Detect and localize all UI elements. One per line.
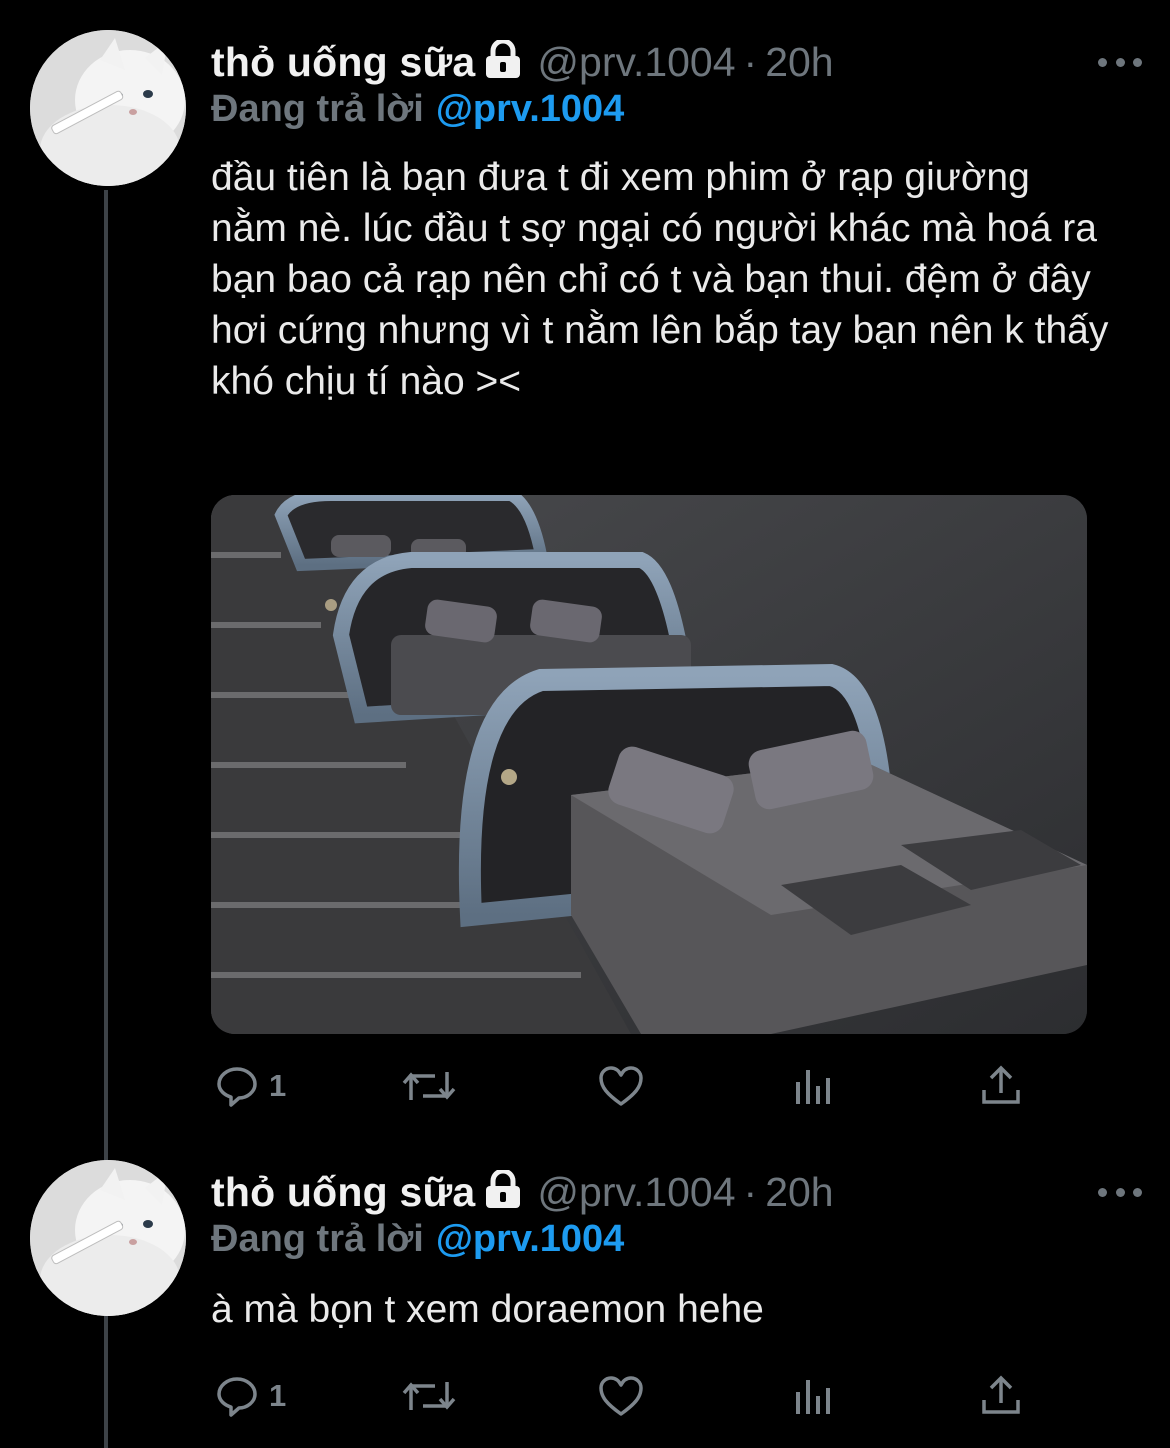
retweet-button[interactable] — [401, 1366, 457, 1426]
timestamp[interactable]: 20h — [765, 1169, 833, 1216]
share-button[interactable] — [979, 1366, 1023, 1426]
more-icon[interactable] — [1098, 52, 1142, 72]
timestamp[interactable]: 20h — [765, 39, 833, 86]
separator-dot: · — [743, 1168, 758, 1215]
retweet-icon — [402, 1072, 456, 1100]
reply-button[interactable]: 1 — [215, 1366, 286, 1426]
tweet-header: thỏ uống sữa @prv.1004 · 20h — [211, 1168, 834, 1216]
share-button[interactable] — [979, 1056, 1023, 1116]
replying-to-handle[interactable]: @prv.1004 — [436, 1218, 624, 1261]
like-icon — [599, 1066, 643, 1106]
replying-to: Đang trả lời @prv.1004 — [211, 84, 624, 134]
tweet-actions: 1 — [211, 1056, 1071, 1116]
analytics-icon — [796, 1380, 830, 1414]
tweet-actions: 1 — [211, 1366, 1071, 1426]
retweet-icon — [402, 1382, 456, 1410]
tweet-text: đầu tiên là bạn đưa t đi xem phim ở rạp … — [211, 156, 1109, 403]
like-button[interactable] — [597, 1056, 645, 1116]
tweet-image-cinema-beds[interactable] — [211, 495, 1087, 1034]
author-handle[interactable]: @prv.1004 — [537, 39, 735, 86]
author-handle[interactable]: @prv.1004 — [537, 1169, 735, 1216]
analytics-button[interactable] — [791, 1056, 835, 1116]
analytics-button[interactable] — [791, 1366, 835, 1426]
tweet-text: à mà bọn t xem doraemon hehe — [211, 1288, 764, 1331]
share-icon — [982, 1065, 1020, 1104]
avatar[interactable] — [30, 30, 186, 186]
reply-button[interactable]: 1 — [215, 1056, 286, 1116]
reply-count: 1 — [269, 1068, 287, 1103]
tweet-header: thỏ uống sữa @prv.1004 · 20h — [211, 38, 834, 86]
reply-icon — [217, 1377, 257, 1417]
reply-icon — [217, 1067, 257, 1107]
separator-dot: · — [743, 38, 758, 85]
lock-icon — [483, 1168, 523, 1215]
analytics-icon — [796, 1070, 830, 1104]
tweet[interactable]: thỏ uống sữa @prv.1004 · 20h Đang trả lờ… — [0, 0, 1170, 1140]
share-icon — [982, 1375, 1020, 1414]
lock-icon — [483, 38, 523, 85]
avatar[interactable] — [30, 1160, 186, 1316]
replying-to: Đang trả lời @prv.1004 — [211, 1214, 624, 1264]
author-name[interactable]: thỏ uống sữa — [211, 1169, 475, 1216]
like-icon — [599, 1376, 643, 1416]
author-name[interactable]: thỏ uống sữa — [211, 39, 475, 86]
retweet-button[interactable] — [401, 1056, 457, 1116]
reply-count: 1 — [269, 1378, 287, 1413]
replying-to-handle[interactable]: @prv.1004 — [436, 88, 624, 131]
like-button[interactable] — [597, 1366, 645, 1426]
replying-to-label: Đang trả lời — [211, 87, 424, 130]
tweet[interactable]: thỏ uống sữa @prv.1004 · 20h Đang trả lờ… — [0, 1140, 1170, 1448]
replying-to-label: Đang trả lời — [211, 1217, 424, 1260]
more-icon[interactable] — [1098, 1182, 1142, 1202]
